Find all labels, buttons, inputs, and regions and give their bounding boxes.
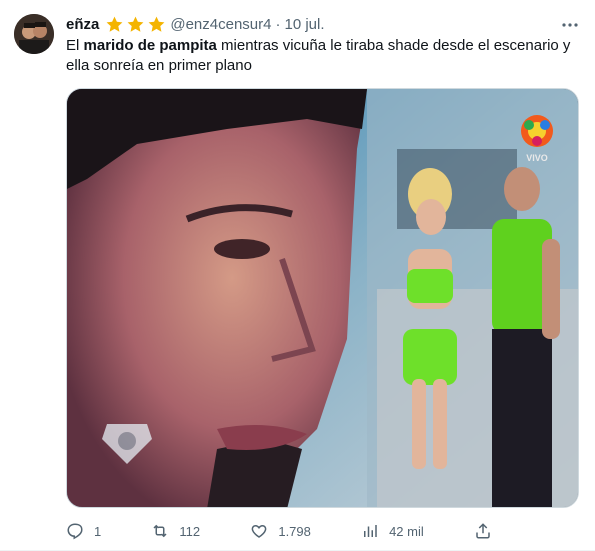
more-horizontal-icon (562, 23, 578, 27)
tweet-header: eñza @enz4censur4 · 10 jul. (66, 13, 581, 35)
tweet-media-image[interactable]: VIVO (66, 88, 579, 508)
heart-icon (252, 524, 267, 538)
retweet-button[interactable]: 112 (151, 522, 200, 540)
tweet-text: El marido de pampita mientras vicuña le … (66, 36, 586, 76)
like-count: 1.798 (278, 523, 311, 539)
avatar[interactable] (14, 14, 54, 54)
star-icon (148, 16, 165, 32)
share-button[interactable] (474, 522, 492, 540)
tweet-date[interactable]: 10 jul. (284, 16, 324, 33)
retweet-icon (153, 524, 167, 538)
reply-button[interactable]: 1 (66, 522, 101, 540)
channel-logo (521, 115, 553, 147)
tweet-text-bold: marido de pampita (83, 37, 217, 54)
views-button[interactable]: 42 mil (361, 522, 424, 540)
display-name[interactable]: eñza (66, 16, 99, 33)
view-count: 42 mil (389, 523, 424, 539)
tweet-article[interactable]: eñza @enz4censur4 · 10 jul. El marido de… (0, 0, 595, 551)
retweet-count: 112 (179, 523, 201, 539)
views-bar-chart-icon (364, 525, 377, 537)
star-icon (106, 16, 123, 32)
like-button[interactable]: 1.798 (250, 522, 311, 540)
reply-count: 1 (94, 523, 102, 539)
tweet-text-part: El (66, 37, 84, 54)
reply-icon (67, 523, 83, 540)
live-label: VIVO (526, 153, 548, 163)
more-options-button[interactable] (561, 16, 579, 34)
share-icon (476, 523, 490, 539)
name-emoji-stars (105, 15, 166, 34)
star-icon (127, 16, 144, 32)
action-bar: 1 112 1.798 42 mil (66, 520, 492, 542)
user-handle[interactable]: @enz4censur4 (170, 16, 271, 33)
tv-screenshot-image: VIVO (67, 89, 578, 507)
separator-dot: · (275, 15, 281, 33)
